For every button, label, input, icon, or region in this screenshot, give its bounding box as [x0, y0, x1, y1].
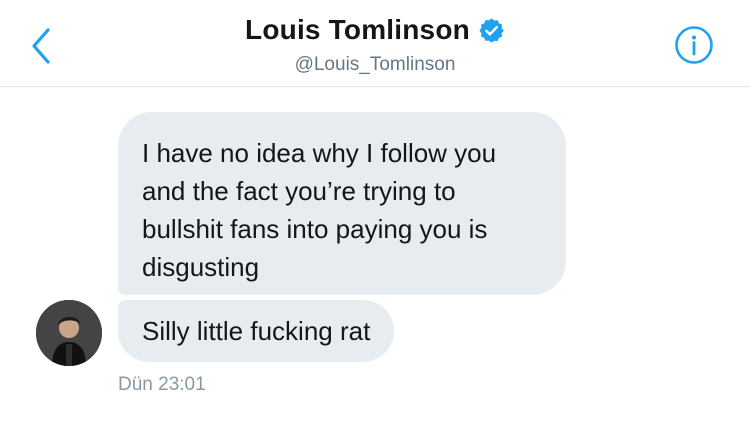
message-bubble[interactable]: Silly little fucking rat: [118, 300, 395, 362]
verified-badge-icon: [479, 17, 504, 43]
info-button[interactable]: [674, 25, 714, 65]
message-bubble[interactable]: I have no idea why I follow you and the …: [118, 112, 566, 295]
title-row: Louis Tomlinson: [245, 14, 505, 46]
message-text: I have no idea why I follow you and the …: [142, 138, 497, 282]
message-text: Silly little fucking rat: [142, 316, 371, 346]
display-name: Louis Tomlinson: [245, 14, 470, 45]
conversation-title: Louis Tomlinson @Louis_Tomlinson: [0, 14, 750, 76]
dm-conversation-screen: Louis Tomlinson @Louis_Tomlinson I have …: [0, 0, 750, 421]
avatar-icon: [36, 300, 102, 366]
info-icon: [675, 26, 713, 64]
avatar[interactable]: [36, 300, 102, 366]
conversation-header: Louis Tomlinson @Louis_Tomlinson: [0, 0, 750, 87]
message-timestamp: Dün 23:01: [118, 374, 206, 395]
user-handle: @Louis_Tomlinson: [294, 54, 456, 75]
